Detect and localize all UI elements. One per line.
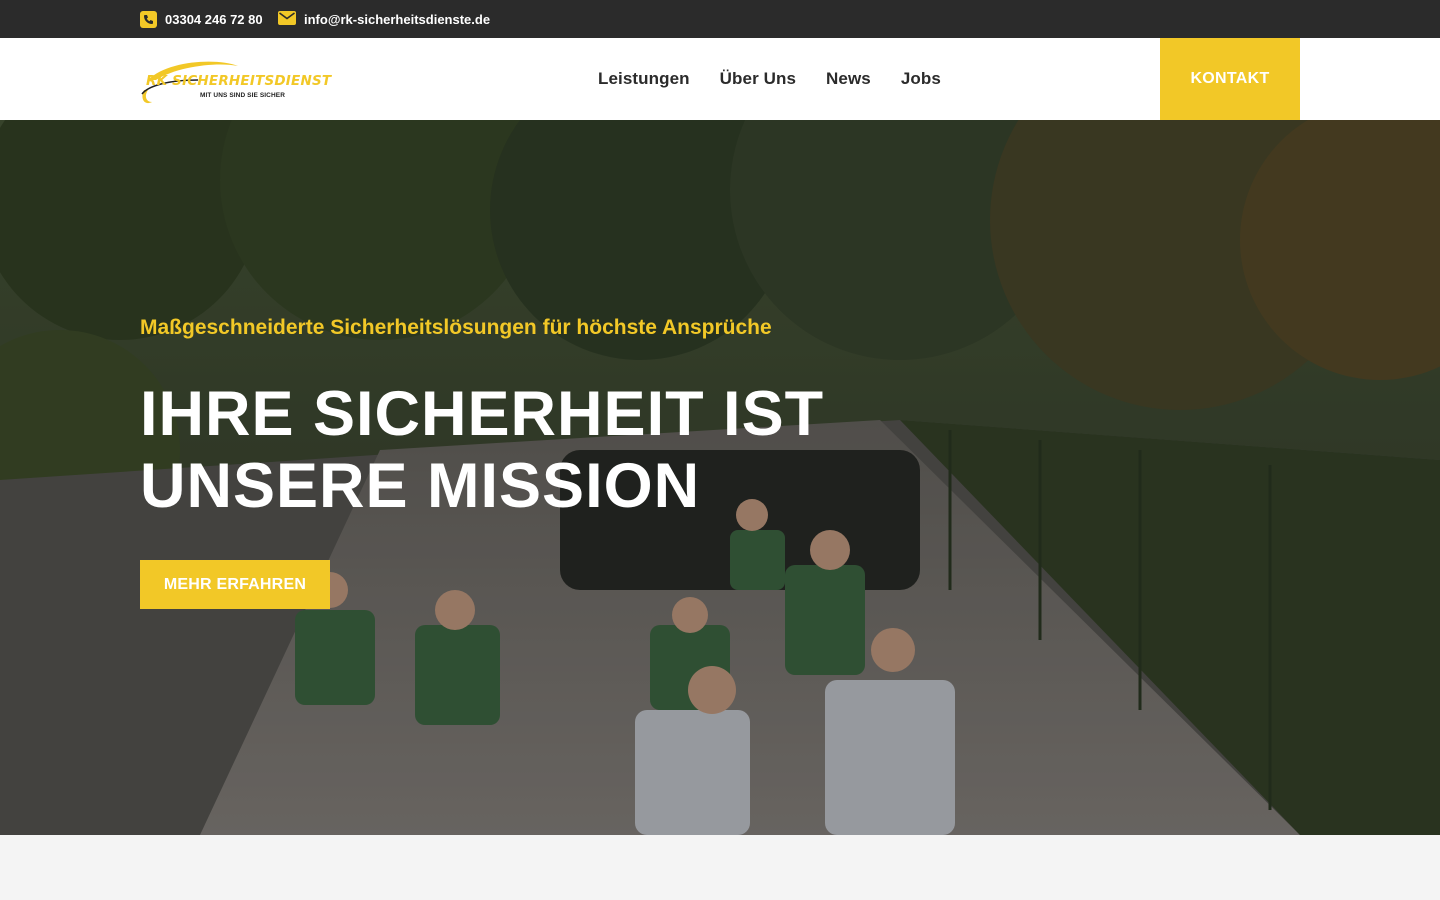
hero-kicker: Maßgeschneiderte Sicherheitslösungen für…: [140, 316, 772, 339]
kontakt-button[interactable]: KONTAKT: [1160, 38, 1300, 120]
mehr-erfahren-button[interactable]: MEHR ERFAHREN: [140, 560, 330, 609]
primary-nav: Leistungen Über Uns News Jobs: [598, 38, 941, 120]
nav-item-leistungen[interactable]: Leistungen: [598, 69, 690, 89]
phone-icon: [140, 10, 157, 28]
nav-item-jobs[interactable]: Jobs: [901, 69, 941, 89]
hero-title: IHRE SICHERHEIT IST UNSERE MISSION: [140, 379, 825, 521]
logo-tagline: MIT UNS SIND SIE SICHER: [200, 92, 286, 99]
logo-wordmark: RK SICHERHEITSDIENST: [146, 73, 332, 89]
logo[interactable]: RK SICHERHEITSDIENST MIT UNS SIND SIE SI…: [138, 50, 362, 110]
nav-item-news[interactable]: News: [826, 69, 871, 89]
email-link[interactable]: info@rk-sicherheitsdienste.de: [278, 0, 490, 38]
hero-section: Maßgeschneiderte Sicherheitslösungen für…: [0, 120, 1440, 835]
phone-number: 03304 246 72 80: [165, 11, 263, 27]
envelope-icon: [278, 10, 296, 28]
email-address: info@rk-sicherheitsdienste.de: [304, 11, 491, 27]
nav-item-ueber-uns[interactable]: Über Uns: [720, 69, 796, 89]
next-section: [0, 835, 1440, 900]
top-contact-bar: 03304 246 72 80 info@rk-sicherheitsdiens…: [0, 0, 1440, 38]
phone-link[interactable]: 03304 246 72 80: [140, 0, 263, 38]
main-navbar: RK SICHERHEITSDIENST MIT UNS SIND SIE SI…: [0, 38, 1440, 120]
